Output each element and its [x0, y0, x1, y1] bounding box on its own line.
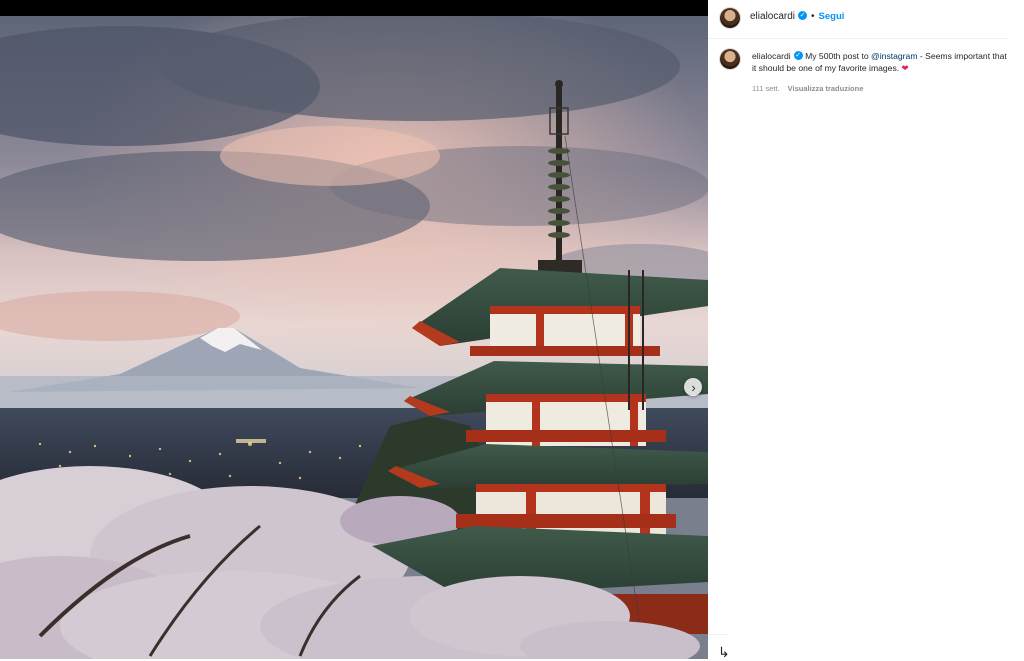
follow-button[interactable]: Segui	[819, 11, 845, 22]
share-icon[interactable]: ↳	[718, 644, 730, 661]
pagoda-mount-fuji-photo	[0, 16, 708, 659]
separator-dot: •	[811, 11, 815, 22]
post-photo[interactable]: ›	[0, 16, 708, 659]
header-user-line: elialocardi ✓ • Segui	[750, 10, 845, 22]
post-header: elialocardi ✓ • Segui	[708, 0, 1008, 39]
username-link[interactable]: elialocardi	[750, 11, 795, 22]
caption-text-start: My 500th post to	[805, 51, 869, 61]
heart-icon: ❤	[901, 63, 909, 73]
avatar[interactable]	[720, 8, 740, 28]
mention-link[interactable]: @instagram	[871, 51, 917, 61]
carousel-next-button[interactable]: ›	[684, 378, 702, 396]
verified-badge-icon: ✓	[793, 51, 803, 61]
post-timestamp[interactable]: 111 sett.	[752, 84, 780, 93]
photo-top-bar	[0, 0, 708, 16]
verified-badge-icon: ✓	[798, 10, 808, 20]
divider	[708, 634, 728, 635]
see-translation-button[interactable]: Visualizza traduzione	[788, 84, 864, 93]
avatar[interactable]	[720, 49, 740, 69]
caption-username-link[interactable]: elialocardi	[752, 51, 791, 61]
chevron-right-icon: ›	[691, 379, 696, 395]
caption-text: elialocardi ✓ My 500th post to @instagram…	[752, 50, 1010, 74]
post-side-panel: elialocardi ✓ • Segui elialocardi ✓ My 500th…	[708, 0, 1024, 661]
caption-meta: 111 sett. Visualizza traduzione	[752, 84, 863, 93]
